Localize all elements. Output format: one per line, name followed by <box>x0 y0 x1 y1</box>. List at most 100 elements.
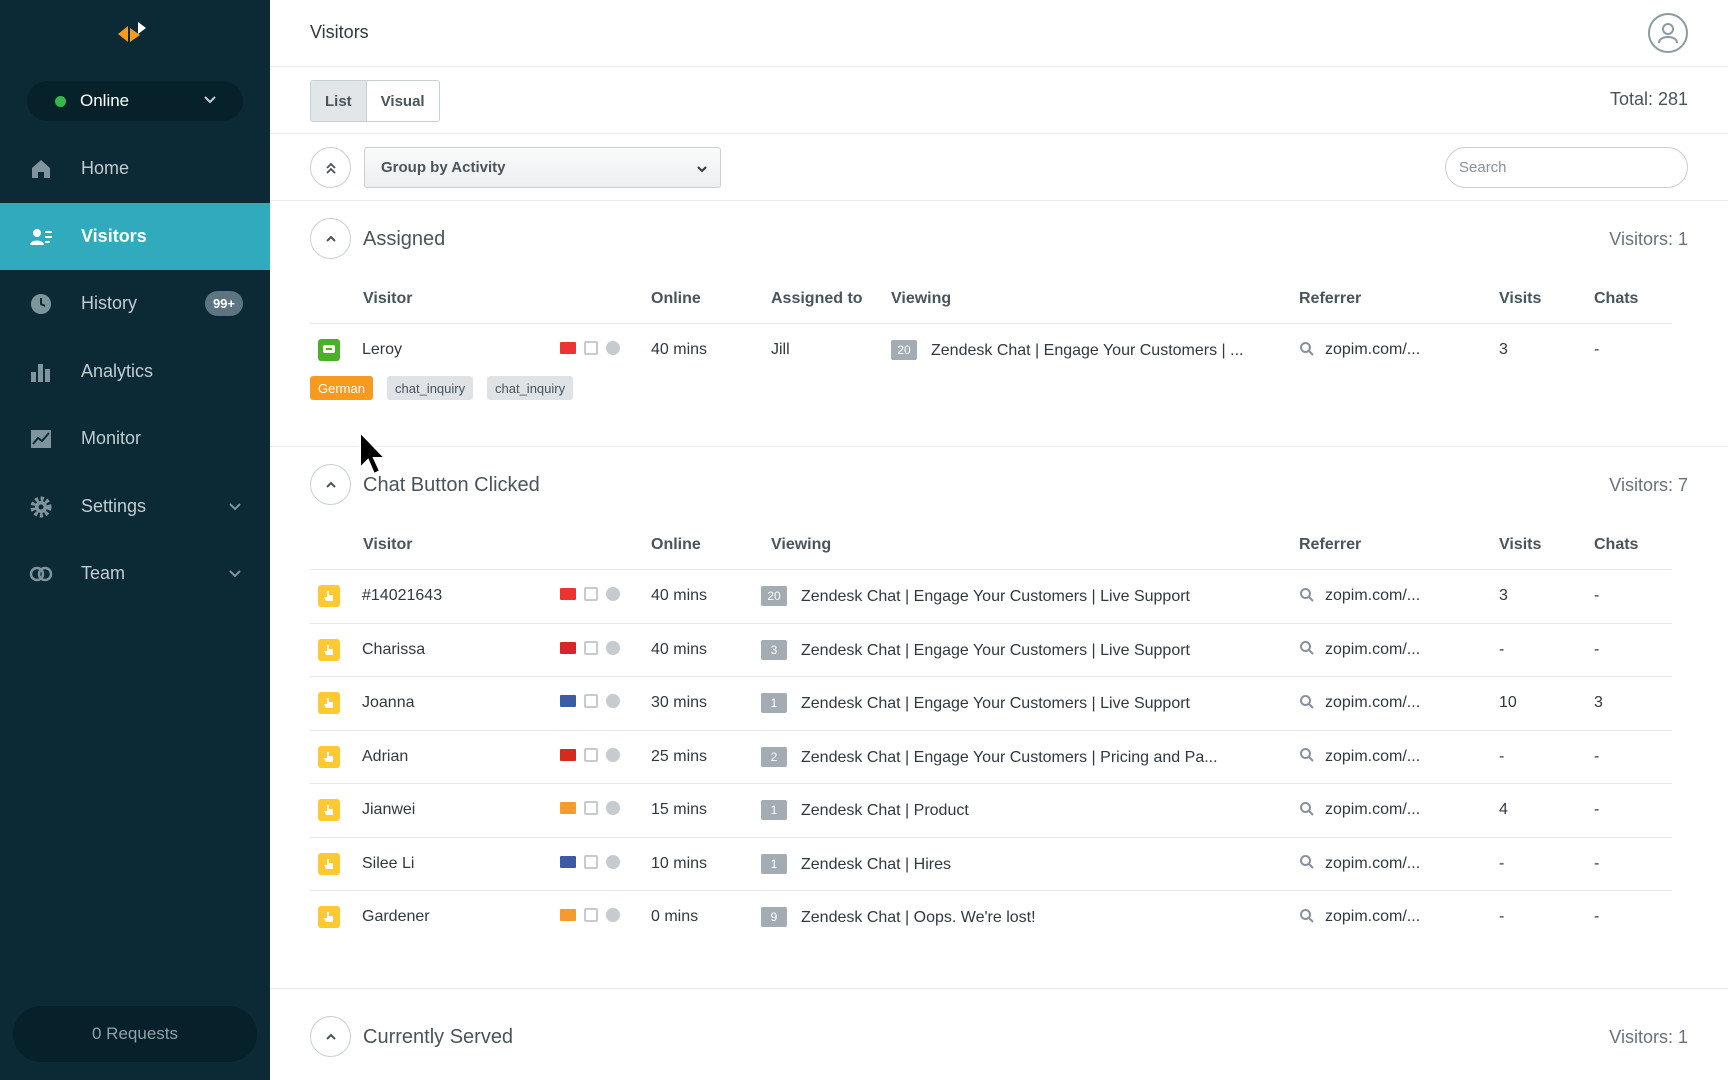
monitor-chart-icon <box>31 430 51 448</box>
tag-chip[interactable]: chat_inquiry <box>387 376 474 400</box>
column-header-visitor[interactable]: Visitor <box>363 290 413 308</box>
table-row[interactable]: Charissa 40 mins 3 Zendesk Chat | Engage Yo… <box>310 624 1672 677</box>
column-header-visits[interactable]: Visits <box>1499 290 1541 308</box>
clock-icon <box>31 294 51 314</box>
page-count-badge: 20 <box>761 586 787 606</box>
column-header-chats[interactable]: Chats <box>1594 290 1638 308</box>
chat-button-clicked-icon <box>318 906 340 928</box>
sidebar-item-history[interactable]: History 99+ <box>0 270 270 338</box>
page-count-badge: 9 <box>761 907 787 927</box>
sidebar-item-analytics[interactable]: Analytics <box>0 338 270 406</box>
chatting-status-icon <box>318 339 340 361</box>
table-row[interactable]: Gardener 0 mins 9 Zendesk Chat | Oops. We'r… <box>310 891 1672 945</box>
table-row[interactable]: Joanna 30 mins 1 Zendesk Chat | Engage Your… <box>310 677 1672 731</box>
viewing-title: Zendesk Chat | Engage Your Customers | L… <box>801 641 1190 659</box>
user-icon <box>1658 23 1678 44</box>
column-header-chats[interactable]: Chats <box>1594 536 1638 554</box>
group-by-select[interactable]: Group by Activity <box>364 147 721 188</box>
table-row[interactable]: Jianwei 15 mins 1 Zendesk Chat | Product zop… <box>310 784 1672 838</box>
online-duration: 25 mins <box>651 747 708 765</box>
column-header-online[interactable]: Online <box>651 290 701 308</box>
page-count-badge: 3 <box>761 639 787 660</box>
column-header-referrer[interactable]: Referrer <box>1299 290 1361 308</box>
table-row[interactable]: Silee Li 10 mins 1 Zendesk Chat | Hires zopi… <box>310 838 1672 891</box>
viewing-title: Zendesk Chat | Oops. We're lost! <box>801 909 1036 927</box>
referrer-url: zopim.com/... <box>1325 854 1421 872</box>
list-view-button[interactable]: List <box>311 81 367 121</box>
column-header-visitor[interactable]: Visitor <box>363 536 413 554</box>
requests-button[interactable]: 0 Requests <box>13 1006 257 1062</box>
browser-icon <box>606 801 620 815</box>
column-header-assigned-to[interactable]: Assigned to <box>771 290 863 308</box>
table-row[interactable]: Adrian 25 mins 2 Zendesk Chat | Engage Your… <box>310 731 1672 784</box>
column-header-online[interactable]: Online <box>651 536 701 554</box>
collapse-all-button[interactable] <box>310 147 351 188</box>
viewing-page: 20 Zendesk Chat | Engage Your Customers |… <box>761 586 1190 607</box>
referrer: zopim.com/... <box>1299 341 1420 359</box>
country-flag-icon <box>560 748 576 761</box>
visitor-system-info <box>560 747 620 762</box>
referrer: zopim.com/... <box>1299 855 1420 873</box>
sidebar-item-visitors[interactable]: Visitors <box>0 202 270 270</box>
language-tag[interactable]: German <box>310 376 373 400</box>
device-icon <box>584 908 598 922</box>
table-row[interactable]: #14021643 40 mins 20 Zendesk Chat | Engage … <box>310 570 1672 624</box>
search-icon <box>1300 694 1314 709</box>
visitor-system-info <box>560 694 620 708</box>
referrer-url: zopim.com/... <box>1325 801 1421 818</box>
referrer: zopim.com/... <box>1299 641 1420 659</box>
column-header-viewing[interactable]: Viewing <box>891 290 951 308</box>
column-header-visits[interactable]: Visits <box>1499 536 1541 554</box>
tag-chip[interactable]: chat_inquiry <box>487 376 574 400</box>
sidebar-item-label: Settings <box>81 495 147 516</box>
page-count-badge: 1 <box>761 800 787 820</box>
device-icon <box>584 747 598 762</box>
sidebar-item-label: Monitor <box>81 428 142 449</box>
referrer: zopim.com/... <box>1299 694 1420 712</box>
visitor-name: #14021643 <box>362 587 443 604</box>
browser-icon <box>606 854 620 869</box>
visitor-name: Charissa <box>362 640 426 658</box>
country-flag-icon <box>560 802 576 814</box>
table-row[interactable]: Leroy 40 mins Jill 20 Zendesk Chat | Enga… <box>310 324 1672 372</box>
sidebar-item-monitor[interactable]: Monitor <box>0 405 270 473</box>
section-collapse-button[interactable] <box>310 1016 351 1057</box>
history-count-badge: 99+ <box>204 291 243 316</box>
search-icon <box>1300 641 1314 655</box>
column-header-referrer[interactable]: Referrer <box>1299 536 1361 554</box>
visits-count: 3 <box>1499 587 1508 604</box>
section-collapse-button[interactable] <box>310 218 351 259</box>
sidebar-item-team[interactable]: Team <box>0 540 270 608</box>
chevron-up-icon <box>325 1033 336 1040</box>
section-header: Chat Button Clicked Visitors: 7 <box>270 447 1728 505</box>
section-currently-served: Currently Served Visitors: 1 <box>270 989 1728 1079</box>
sidebar-item-label: Visitors <box>81 225 147 246</box>
sidebar-item-home[interactable]: Home <box>0 135 270 203</box>
country-flag-icon <box>560 588 576 600</box>
view-toggle: List Visual <box>310 80 440 122</box>
visitors-table: Visitor Online Viewing Referrer Visits C… <box>310 503 1672 945</box>
section-visitor-count: Visitors: 1 <box>1609 229 1688 249</box>
referrer-url: zopim.com/... <box>1325 587 1421 604</box>
total-visitors: Total: 281 <box>1609 89 1688 109</box>
section-title: Currently Served <box>363 1026 514 1048</box>
sidebar-item-settings[interactable]: Settings <box>0 473 270 541</box>
viewing-page: 3 Zendesk Chat | Engage Your Customers | … <box>761 639 1190 661</box>
search-input[interactable] <box>1445 147 1688 188</box>
column-header-viewing[interactable]: Viewing <box>771 536 831 554</box>
visual-view-button[interactable]: Visual <box>366 81 439 121</box>
page-count-badge: 2 <box>761 746 787 767</box>
avatar[interactable] <box>1648 13 1688 53</box>
device-icon <box>584 854 598 869</box>
chat-button-clicked-icon <box>318 585 340 607</box>
online-duration: 0 mins <box>651 908 699 925</box>
chats-count: - <box>1594 341 1600 358</box>
status-dropdown[interactable]: Online <box>27 81 243 121</box>
visitor-name: Silee Li <box>362 854 415 872</box>
viewing-title: Zendesk Chat | Engage Your Customers | L… <box>801 588 1190 606</box>
viewing-title: Zendesk Chat | Hires <box>801 855 951 873</box>
section-collapse-button[interactable] <box>310 464 351 505</box>
search-icon <box>1300 587 1314 602</box>
online-duration: 40 mins <box>651 640 708 658</box>
visitor-system-info <box>560 640 620 655</box>
